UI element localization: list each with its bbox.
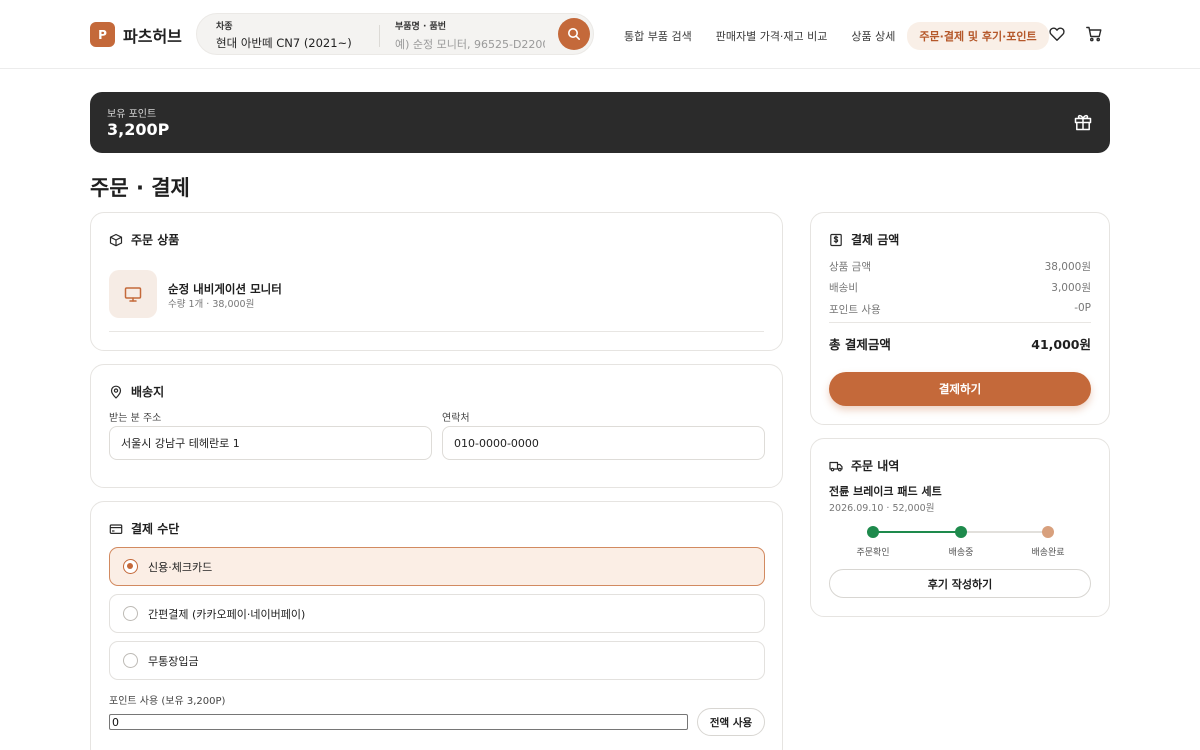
payment-method-header: 결제 수단 bbox=[109, 520, 179, 537]
points-use-input[interactable] bbox=[109, 714, 688, 730]
payment-option-card[interactable]: 신용·체크카드 bbox=[109, 547, 765, 586]
summary-label: 포인트 사용 bbox=[829, 304, 881, 316]
shipping-card: 배송지 받는 분 주소 연락처 bbox=[90, 364, 783, 488]
box-icon bbox=[109, 233, 123, 246]
divider bbox=[109, 331, 764, 332]
car-value: 현대 아반떼 CN7 (2021~) bbox=[216, 36, 352, 50]
credit-card-icon bbox=[109, 523, 123, 534]
location-pin-icon bbox=[110, 385, 122, 399]
receipt-icon bbox=[830, 233, 842, 246]
product-name[interactable]: 순정 내비게이션 모니터 bbox=[168, 281, 282, 297]
search-bar: 차종 현대 아반떼 CN7 (2021~) 부품명 · 품번 bbox=[196, 13, 594, 55]
phone-label: 연락처 bbox=[442, 413, 470, 424]
summary-row-points: 포인트 사용 -0P bbox=[829, 302, 1091, 317]
heart-icon[interactable] bbox=[1048, 25, 1066, 43]
order-items-title: 주문 상품 bbox=[131, 233, 180, 247]
part-label: 부품명 · 품번 bbox=[395, 22, 447, 32]
nav-item-product-detail[interactable]: 상품 상세 bbox=[839, 22, 907, 50]
order-history-header: 주문 내역 bbox=[829, 457, 899, 474]
points-value: 3,200P bbox=[107, 120, 170, 139]
gift-icon bbox=[1074, 114, 1092, 131]
order-history-card: 주문 내역 전륜 브레이크 패드 세트 2026.09.10 · 52,000원… bbox=[810, 438, 1110, 617]
order-history-title: 주문 내역 bbox=[851, 459, 900, 473]
summary-row-subtotal: 상품 금액 38,000원 bbox=[829, 259, 1091, 274]
use-all-points-button[interactable]: 전액 사용 bbox=[697, 708, 765, 736]
part-search: 부품명 · 품번 bbox=[395, 22, 545, 52]
nav-item-price-compare[interactable]: 판매자별 가격·재고 비교 bbox=[704, 22, 840, 50]
payment-method-card: 결제 수단 신용·체크카드 간편결제 (카카오페이·네이버페이) 무통장입금 포… bbox=[90, 501, 783, 750]
phone-input[interactable] bbox=[442, 426, 765, 460]
monitor-icon bbox=[124, 287, 142, 302]
page-title: 주문 · 결제 bbox=[90, 176, 190, 200]
payment-method-title: 결제 수단 bbox=[131, 522, 180, 536]
search-icon bbox=[568, 28, 580, 40]
step-dot-shipping bbox=[955, 526, 967, 538]
part-search-input[interactable] bbox=[395, 38, 545, 51]
payment-summary-title: 결제 금액 bbox=[851, 233, 900, 247]
radio-selected[interactable] bbox=[123, 559, 138, 574]
product-meta: 수량 1개 · 38,000원 bbox=[168, 299, 255, 310]
shipping-header: 배송지 bbox=[109, 383, 164, 400]
summary-total: 총 결제금액 41,000원 bbox=[829, 334, 1091, 353]
nav-item-order[interactable]: 주문·결제 및 후기·포인트 bbox=[907, 22, 1049, 50]
progress-segment-pending bbox=[961, 531, 1047, 533]
radio-unselected[interactable] bbox=[123, 606, 138, 621]
payment-option-label: 무통장입금 bbox=[148, 654, 199, 668]
order-item-meta: 2026.09.10 · 52,000원 bbox=[829, 503, 935, 514]
total-label: 총 결제금액 bbox=[829, 337, 891, 352]
search-divider bbox=[379, 25, 380, 47]
address-input[interactable] bbox=[109, 426, 432, 460]
main-nav: 통합 부품 검색 판매자별 가격·재고 비교 상품 상세 주문·결제 및 후기·… bbox=[612, 22, 1049, 50]
logo-mark: P bbox=[90, 22, 115, 47]
brand-logo[interactable]: P 파츠허브 bbox=[90, 22, 182, 47]
step-label-shipping: 배송중 bbox=[948, 548, 974, 558]
search-button[interactable] bbox=[558, 18, 590, 50]
pay-button[interactable]: 결제하기 bbox=[829, 372, 1091, 406]
address-label: 받는 분 주소 bbox=[109, 413, 162, 424]
brand-name: 파츠허브 bbox=[123, 26, 182, 46]
order-items-header: 주문 상품 bbox=[109, 231, 179, 248]
payment-option-easy-pay[interactable]: 간편결제 (카카오페이·네이버페이) bbox=[109, 594, 765, 633]
summary-value: -0P bbox=[1074, 302, 1091, 314]
payment-summary-header: 결제 금액 bbox=[829, 231, 899, 248]
points-use-label: 포인트 사용 (보유 3,200P) bbox=[109, 696, 226, 707]
summary-value: 3,000원 bbox=[1051, 282, 1091, 294]
shipping-title: 배송지 bbox=[131, 385, 165, 399]
write-review-button[interactable]: 후기 작성하기 bbox=[829, 569, 1091, 598]
car-label: 차종 bbox=[216, 22, 233, 32]
radio-unselected[interactable] bbox=[123, 653, 138, 668]
nav-item-search[interactable]: 통합 부품 검색 bbox=[612, 22, 704, 50]
order-item-name[interactable]: 전륜 브레이크 패드 세트 bbox=[829, 483, 942, 499]
payment-option-label: 신용·체크카드 bbox=[148, 560, 213, 574]
points-banner: 보유 포인트 3,200P bbox=[90, 92, 1110, 153]
divider bbox=[829, 322, 1091, 323]
summary-value: 38,000원 bbox=[1044, 261, 1091, 273]
order-items-card: 주문 상품 순정 내비게이션 모니터 수량 1개 · 38,000원 bbox=[90, 212, 783, 351]
top-header: P 파츠허브 차종 현대 아반떼 CN7 (2021~) 부품명 · 품번 통합… bbox=[0, 0, 1200, 69]
step-label-delivered: 배송완료 bbox=[1031, 548, 1065, 558]
summary-row-shipping: 배송비 3,000원 bbox=[829, 280, 1091, 295]
payment-option-bank-transfer[interactable]: 무통장입금 bbox=[109, 641, 765, 680]
product-thumbnail[interactable] bbox=[109, 270, 157, 318]
progress-segment-done bbox=[873, 531, 961, 533]
truck-icon bbox=[829, 461, 843, 471]
summary-label: 배송비 bbox=[829, 282, 858, 294]
step-dot-delivered bbox=[1042, 526, 1054, 538]
payment-summary-card: 결제 금액 상품 금액 38,000원 배송비 3,000원 포인트 사용 -0… bbox=[810, 212, 1110, 425]
payment-option-label: 간편결제 (카카오페이·네이버페이) bbox=[148, 607, 306, 621]
summary-label: 상품 금액 bbox=[829, 261, 871, 273]
cart-icon[interactable] bbox=[1085, 25, 1103, 43]
points-label: 보유 포인트 bbox=[107, 109, 157, 120]
total-value: 41,000원 bbox=[1031, 337, 1091, 352]
step-label-confirmed: 주문확인 bbox=[856, 548, 890, 558]
step-dot-confirmed bbox=[867, 526, 879, 538]
car-selector[interactable]: 차종 현대 아반떼 CN7 (2021~) bbox=[216, 22, 352, 50]
